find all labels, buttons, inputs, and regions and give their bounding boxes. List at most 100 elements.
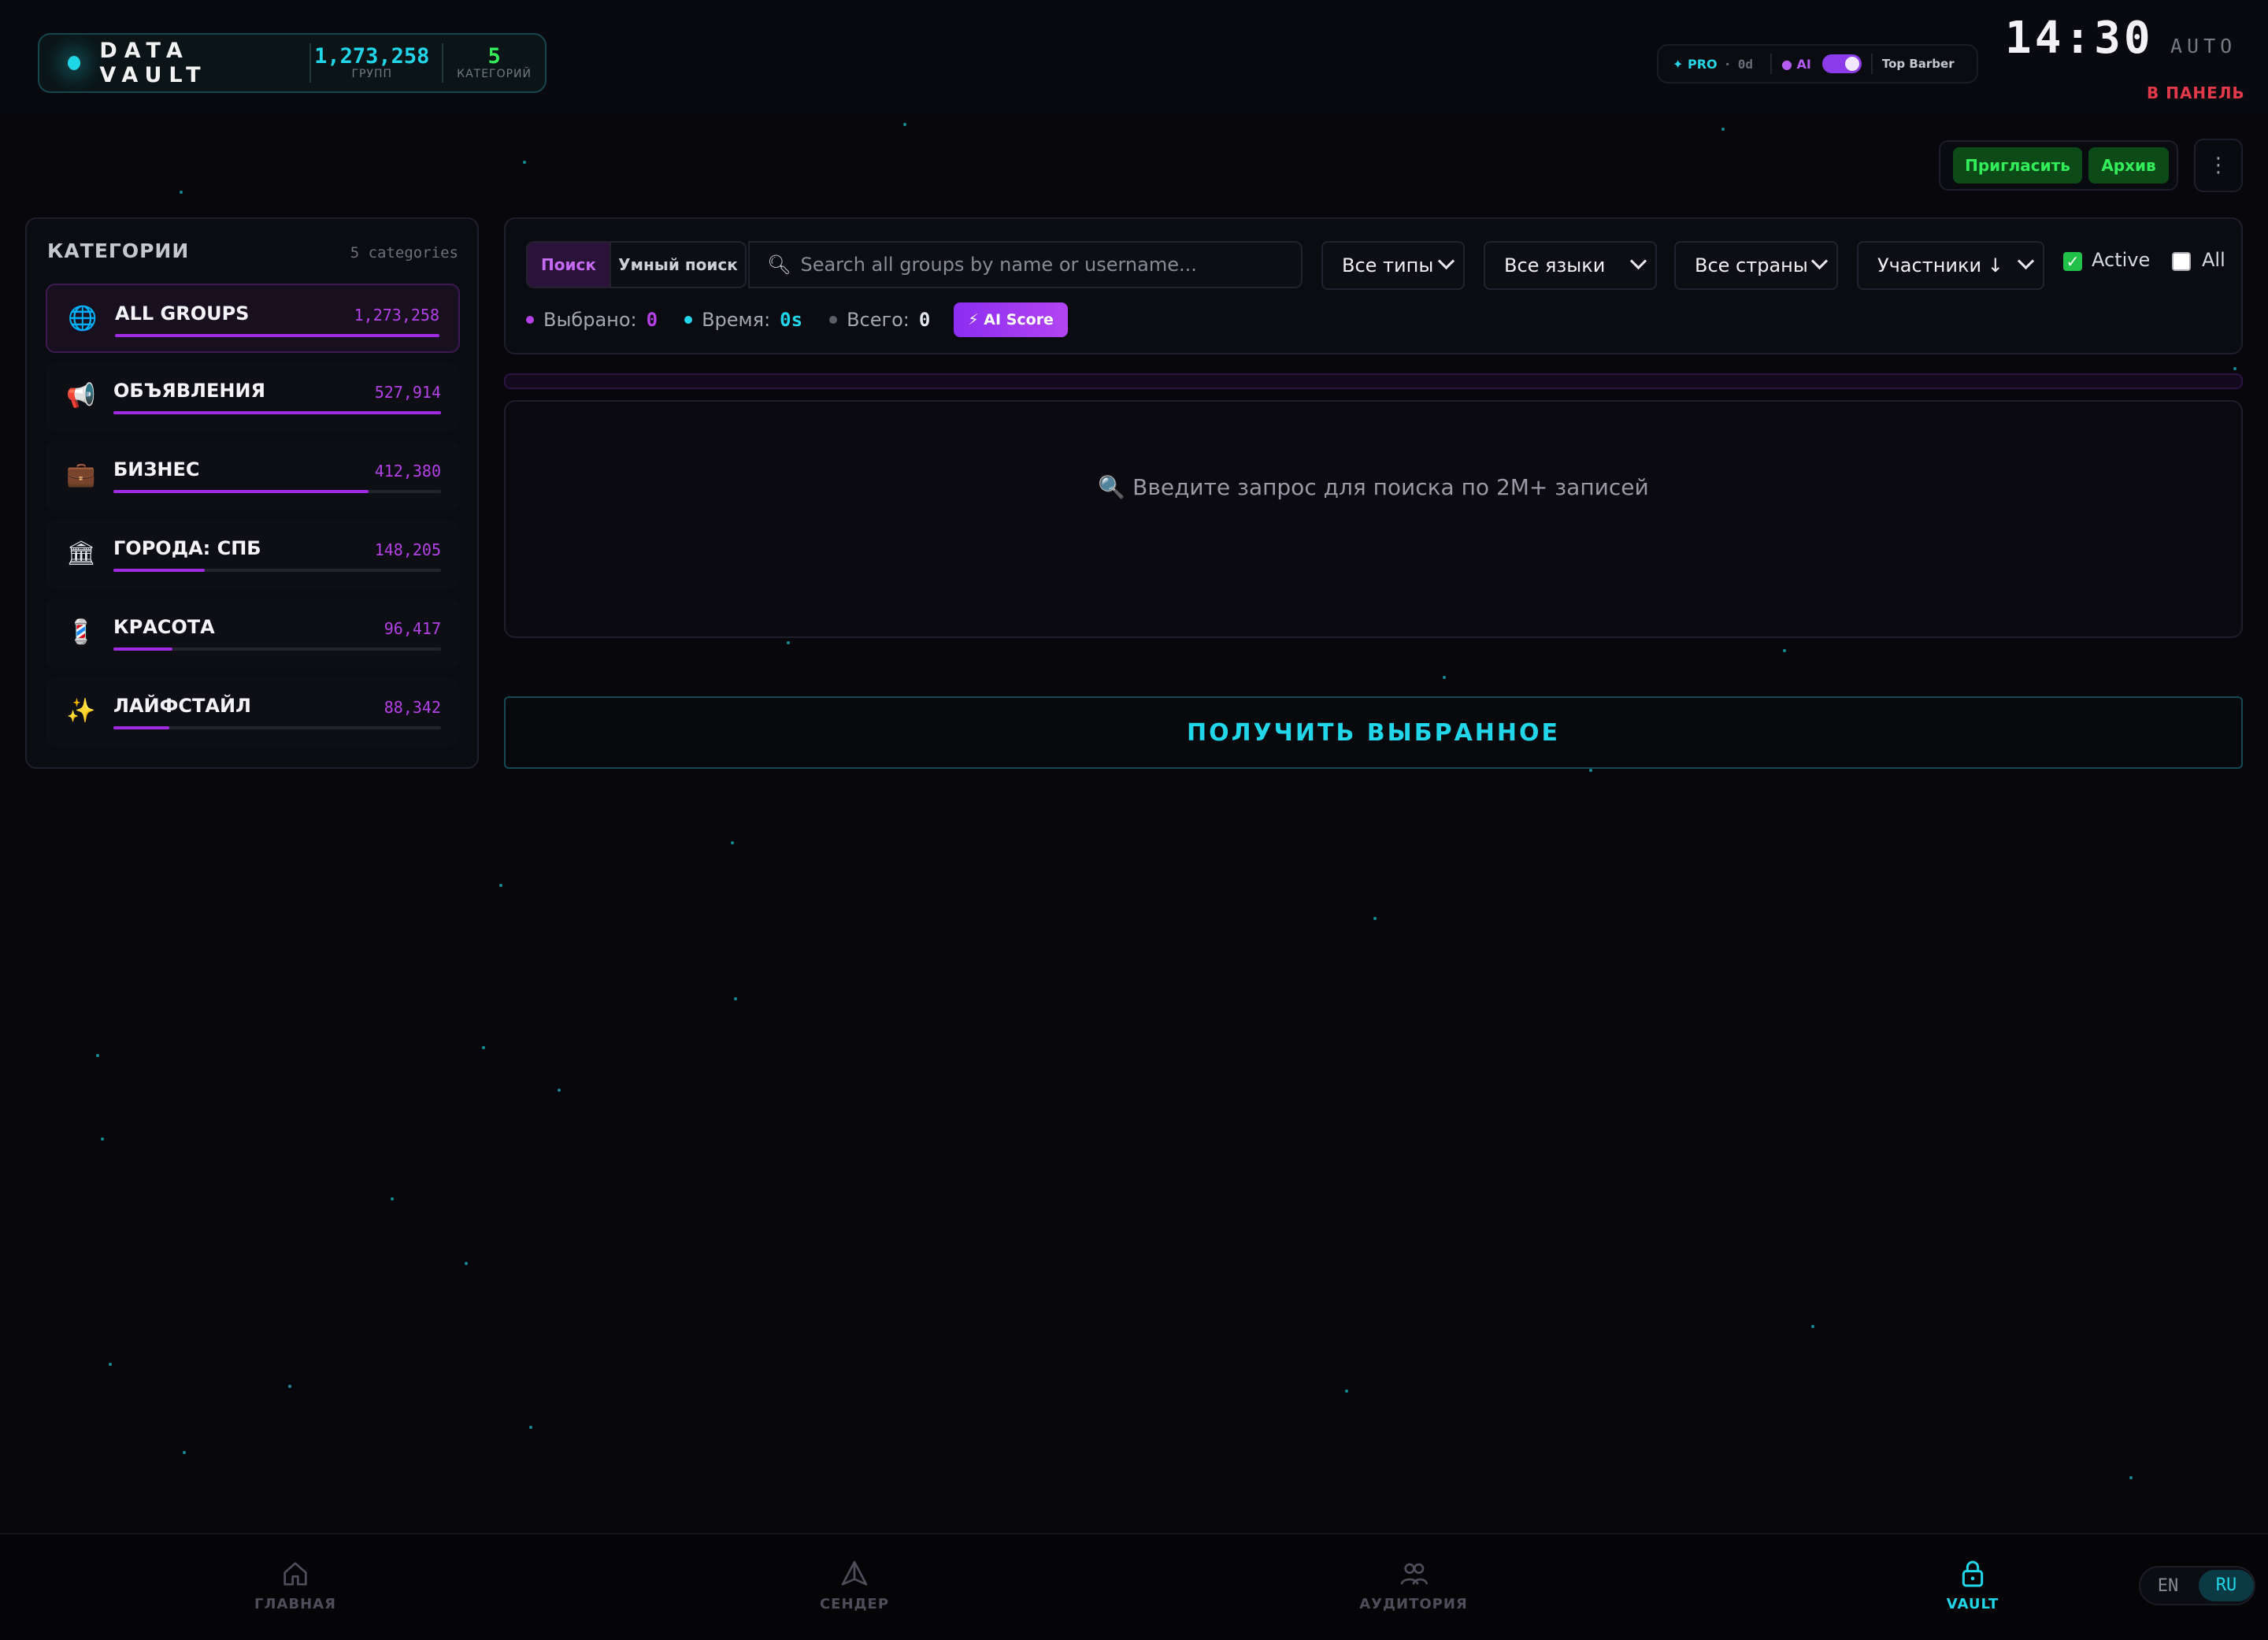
nav-item-sender[interactable]: СЕНДЕР — [760, 1558, 949, 1612]
nav-label: ГЛАВНАЯ — [254, 1596, 336, 1612]
audience-icon — [1400, 1563, 1428, 1585]
archive-button[interactable]: Архив — [2088, 147, 2169, 184]
days-remaining: 0d — [1737, 56, 1753, 72]
clock: 14:30 — [2005, 13, 2154, 64]
category-label: ОБЪЯВЛЕНИЯ — [113, 380, 265, 402]
to-panel-link[interactable]: В ПАНЕЛЬ — [2147, 83, 2245, 102]
chevron-down-icon — [1437, 252, 1455, 270]
nav-label: СЕНДЕР — [819, 1596, 890, 1612]
brand-block: DATA VAULT 1,273,258 ГРУПП 5 КАТЕГОРИЙ — [38, 33, 547, 93]
status-dot-icon — [68, 56, 81, 70]
categories-label: КАТЕГОРИЙ — [457, 68, 532, 80]
type-filter-select[interactable]: Все типы — [1321, 241, 1465, 290]
category-item-lifestyle[interactable]: ✨ ЛАЙФСТАЙЛ 88,342 — [46, 677, 460, 747]
category-count: 527,914 — [374, 383, 441, 402]
search-stats: Выбрано: 0 Время: 0s Всего: 0 ⚡ AI Score — [526, 302, 1068, 337]
country-filter-select[interactable]: Все страны — [1674, 241, 1838, 290]
category-count: 88,342 — [384, 698, 441, 717]
active-checkbox[interactable]: ✓ — [2063, 252, 2082, 271]
tab-smart-search[interactable]: Умный поиск — [610, 243, 745, 287]
ai-score-button[interactable]: ⚡ AI Score — [954, 302, 1068, 337]
categories-panel: КАТЕГОРИИ 5 categories 🌐 ALL GROUPS 1,27… — [25, 217, 479, 769]
time-dot-icon — [684, 316, 693, 324]
plan-badge: ✦ PRO — [1673, 56, 1718, 72]
top-header: DATA VAULT 1,273,258 ГРУПП 5 КАТЕГОРИЙ ✦… — [0, 0, 2268, 114]
app-title: DATA VAULT — [99, 39, 208, 87]
all-label: All — [2202, 249, 2225, 271]
send-icon — [841, 1560, 868, 1586]
total-label: Всего: — [847, 309, 910, 331]
share-fill — [113, 490, 369, 493]
chevron-down-icon — [2017, 252, 2035, 270]
category-item-business[interactable]: 💼 БИЗНЕС 412,380 — [46, 441, 460, 510]
categories-title: КАТЕГОРИИ — [47, 239, 190, 262]
category-label: КРАСОТА — [113, 616, 215, 638]
nav-item-audience[interactable]: АУДИТОРИЯ — [1319, 1558, 1508, 1612]
category-item-all-groups[interactable]: 🌐 ALL GROUPS 1,273,258 — [46, 284, 460, 353]
share-fill — [115, 334, 439, 337]
language-switch: EN RU — [2139, 1566, 2255, 1605]
divider — [1870, 54, 1873, 74]
mode-label: AUTO — [2170, 35, 2237, 58]
tab-search[interactable]: Поиск — [528, 243, 610, 287]
get-selected-button[interactable]: ПОЛУЧИТЬ ВЫБРАННОЕ — [504, 696, 2243, 769]
empty-state: 🔍 Введите запрос для поиска по 2M+ запис… — [506, 474, 2241, 500]
categories-stat: 5 КАТЕГОРИЙ — [443, 44, 545, 81]
category-count: 148,205 — [374, 540, 441, 559]
lang-ru-button[interactable]: RU — [2199, 1570, 2254, 1601]
selected-value: 0 — [646, 309, 658, 331]
all-checkbox[interactable] — [2172, 252, 2191, 271]
actions-group: Пригласить Архив — [1939, 140, 2178, 191]
empty-state-text: Введите запрос для поиска по 2M+ записей — [1132, 474, 1649, 500]
toggle-knob — [1844, 57, 1859, 71]
invite-button[interactable]: Пригласить — [1953, 147, 2082, 184]
more-options-icon[interactable]: ⋮ — [2194, 139, 2243, 192]
total-value: 0 — [918, 309, 931, 331]
time-value: 0s — [780, 309, 803, 331]
bottom-navigation: ГЛАВНАЯ СЕНДЕР АУДИТОРИЯ VAULT EN RU — [0, 1533, 2268, 1640]
category-label: ЛАЙФСТАЙЛ — [113, 695, 251, 717]
category-share-bar — [115, 334, 439, 337]
nav-item-vault[interactable]: VAULT — [1878, 1558, 2067, 1612]
total-dot-icon — [829, 316, 838, 324]
megaphone-icon: 📢 — [66, 382, 96, 410]
categories-count: 5 — [487, 44, 501, 69]
share-fill — [113, 411, 441, 414]
categories-count-label: 5 categories — [350, 244, 458, 262]
time-label: Время: — [702, 309, 771, 331]
search-panel: Поиск Умный поиск 🔍︎ Все типы Все языки … — [504, 217, 2243, 354]
type-filter-value: Все типы — [1342, 254, 1434, 276]
groups-stat: 1,273,258 ГРУПП — [311, 46, 432, 81]
category-item-cities-spb[interactable]: 🏛 ГОРОДА: СПБ 148,205 — [46, 520, 460, 589]
nav-label: АУДИТОРИЯ — [1359, 1596, 1468, 1612]
nav-item-home[interactable]: ГЛАВНАЯ — [201, 1558, 390, 1612]
share-fill — [113, 647, 172, 651]
lock-icon — [1962, 1560, 1984, 1587]
category-share-bar — [113, 726, 441, 729]
chevron-down-icon — [1810, 252, 1829, 270]
sort-select[interactable]: Участники ↓ — [1857, 241, 2044, 290]
selected-dot-icon — [526, 316, 534, 324]
category-item-beauty[interactable]: 💈 КРАСОТА 96,417 — [46, 599, 460, 668]
ai-toggle[interactable] — [1821, 54, 1862, 73]
share-fill — [113, 726, 169, 729]
category-count: 412,380 — [374, 462, 441, 480]
progress-strip — [504, 373, 2243, 389]
separator-dot: · — [1725, 56, 1730, 72]
classical-building-icon: 🏛 — [66, 540, 97, 567]
results-area: 🔍 Введите запрос для поиска по 2M+ запис… — [504, 400, 2243, 638]
category-share-bar — [113, 569, 441, 572]
briefcase-icon: 💼 — [66, 461, 96, 488]
category-share-bar — [113, 490, 441, 493]
groups-label: ГРУПП — [351, 68, 393, 80]
nav-label: VAULT — [1946, 1596, 1999, 1612]
account-status-bar: ✦ PRO · 0d ● AI Top Barber — [1657, 44, 1978, 83]
active-label: Active — [2092, 249, 2151, 271]
category-item-ads[interactable]: 📢 ОБЪЯВЛЕНИЯ 527,914 — [46, 362, 460, 432]
chevron-down-icon — [1629, 252, 1647, 270]
lang-en-button[interactable]: EN — [2140, 1576, 2196, 1596]
divider — [1770, 54, 1772, 74]
language-filter-select[interactable]: Все языки — [1484, 241, 1657, 290]
search-input[interactable] — [799, 253, 1291, 276]
search-mode-switch: Поиск Умный поиск — [526, 241, 747, 288]
